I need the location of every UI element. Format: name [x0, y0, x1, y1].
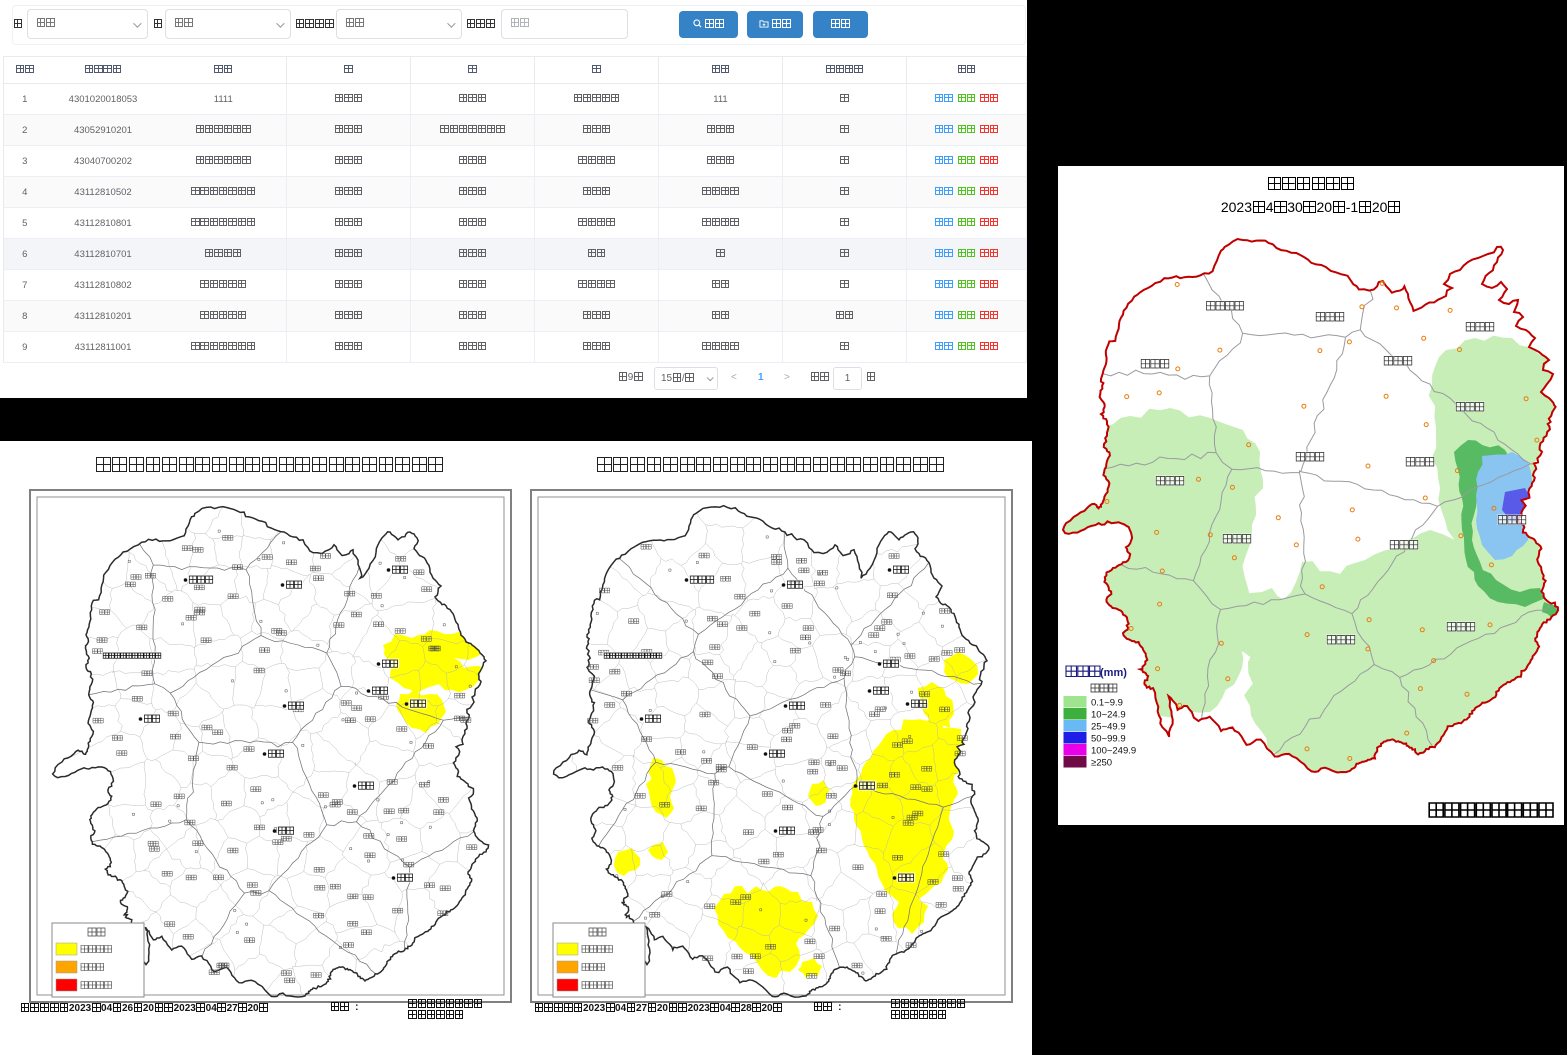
svg-text:≥250: ≥250 [1091, 758, 1112, 769]
svg-text:(mm): (mm) [1100, 667, 1127, 679]
svg-text:25~49.9: 25~49.9 [1091, 722, 1126, 733]
svg-text:100~249.9: 100~249.9 [1091, 746, 1136, 757]
svg-text:0.1~9.9: 0.1~9.9 [1091, 698, 1123, 709]
svg-text:10~24.9: 10~24.9 [1091, 710, 1126, 721]
svg-text:50~99.9: 50~99.9 [1091, 734, 1126, 745]
